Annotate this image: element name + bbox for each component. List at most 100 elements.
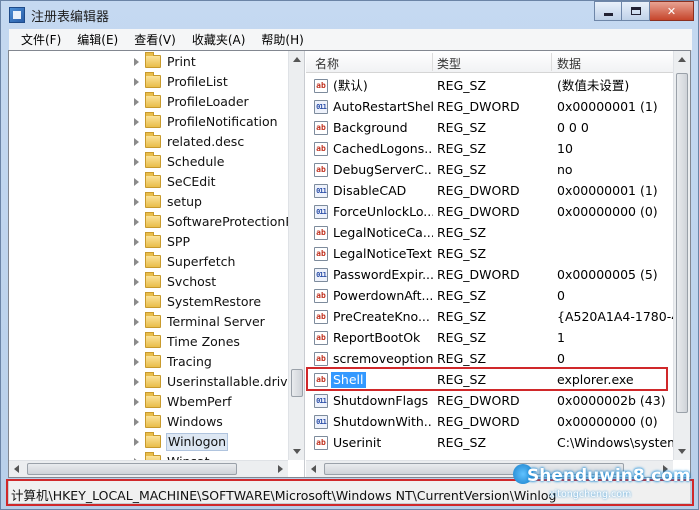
tree-item[interactable]: Schedule	[9, 152, 289, 172]
tree-item[interactable]: Winlogon	[9, 432, 289, 452]
value-row[interactable]: 011 ShutdownFlags REG_DWORD 0x0000002b (43)	[306, 391, 676, 412]
tree-item[interactable]: setup	[9, 192, 289, 212]
tree-item[interactable]: Terminal Server	[9, 312, 289, 332]
tree-item[interactable]: Print	[9, 52, 289, 72]
column-type-header[interactable]: 类型	[437, 55, 461, 72]
expand-arrow-icon[interactable]	[134, 418, 139, 426]
scroll-up-icon[interactable]	[293, 57, 301, 62]
value-row[interactable]: ab ReportBootOk REG_SZ 1	[306, 328, 676, 349]
value-row[interactable]: 011 DisableCAD REG_DWORD 0x00000001 (1)	[306, 181, 676, 202]
tree-item[interactable]: related.desc	[9, 132, 289, 152]
value-row[interactable]: ab Shell REG_SZ explorer.exe	[306, 370, 676, 391]
value-row[interactable]: ab LegalNoticeText REG_SZ	[306, 244, 676, 265]
folder-icon	[145, 52, 161, 68]
value-row[interactable]: 011 ForceUnlockLo... REG_DWORD 0x00000000 (…	[306, 202, 676, 223]
expand-arrow-icon[interactable]	[134, 278, 139, 286]
tree-item[interactable]: Tracing	[9, 352, 289, 372]
expand-arrow-icon[interactable]	[134, 158, 139, 166]
expand-arrow-icon[interactable]	[134, 58, 139, 66]
column-separator[interactable]	[432, 53, 433, 71]
string-value-icon: ab	[314, 373, 328, 387]
menu-favorites[interactable]: 收藏夹(A)	[184, 30, 254, 50]
value-row[interactable]: ab DebugServerC... REG_SZ no	[306, 160, 676, 181]
value-row[interactable]: ab CachedLogons... REG_SZ 10	[306, 139, 676, 160]
value-type: REG_SZ	[437, 435, 487, 450]
expand-arrow-icon[interactable]	[134, 98, 139, 106]
value-name: (默认)	[333, 78, 368, 93]
expand-arrow-icon[interactable]	[134, 438, 139, 446]
scroll-right-icon[interactable]	[278, 465, 283, 473]
folder-icon	[145, 212, 161, 228]
tree-item[interactable]: WbemPerf	[9, 392, 289, 412]
scroll-left-icon[interactable]	[14, 465, 19, 473]
tree-item[interactable]: ProfileLoader	[9, 92, 289, 112]
tree-item[interactable]: SPP	[9, 232, 289, 252]
list-scroll-thumb[interactable]	[676, 73, 688, 413]
expand-arrow-icon[interactable]	[134, 118, 139, 126]
value-row[interactable]: ab PreCreateKno... REG_SZ {A520A1A4-1780-4F…	[306, 307, 676, 328]
scroll-up-icon[interactable]	[678, 57, 686, 62]
expand-arrow-icon[interactable]	[134, 298, 139, 306]
folder-icon	[145, 252, 161, 268]
menu-help[interactable]: 帮助(H)	[253, 30, 311, 50]
minimize-button[interactable]	[594, 1, 622, 21]
string-value-icon: ab	[314, 247, 328, 261]
value-row[interactable]: 011 ShutdownWith... REG_DWORD 0x00000000 (0…	[306, 412, 676, 433]
value-row[interactable]: ab (默认) REG_SZ (数值未设置)	[306, 76, 676, 97]
expand-arrow-icon[interactable]	[134, 258, 139, 266]
tree-item[interactable]: Windows	[9, 412, 289, 432]
tree-item[interactable]: SoftwareProtectionP	[9, 212, 293, 232]
tree-item[interactable]: ProfileList	[9, 72, 289, 92]
tree-horizontal-scrollbar[interactable]	[9, 460, 288, 477]
tree-item[interactable]: Svchost	[9, 272, 289, 292]
scroll-down-icon[interactable]	[678, 449, 686, 454]
menu-view[interactable]: 查看(V)	[126, 30, 184, 50]
tree-item[interactable]: Userinstallable.drive	[9, 372, 295, 392]
tree-item-label: WbemPerf	[167, 394, 232, 409]
dword-value-icon: 011	[314, 100, 328, 114]
column-separator[interactable]	[551, 53, 552, 71]
expand-arrow-icon[interactable]	[134, 378, 139, 386]
expand-arrow-icon[interactable]	[134, 358, 139, 366]
expand-arrow-icon[interactable]	[134, 178, 139, 186]
close-button[interactable]: ✕	[650, 1, 694, 21]
tree-vertical-scrollbar[interactable]	[288, 51, 304, 460]
value-row[interactable]: ab LegalNoticeCa... REG_SZ	[306, 223, 676, 244]
value-row[interactable]: ab PowerdownAft... REG_SZ 0	[306, 286, 676, 307]
menu-edit[interactable]: 编辑(E)	[69, 30, 126, 50]
menu-file[interactable]: 文件(F)	[13, 30, 69, 50]
expand-arrow-icon[interactable]	[134, 78, 139, 86]
value-row[interactable]: ab Background REG_SZ 0 0 0	[306, 118, 676, 139]
scroll-left-icon[interactable]	[311, 465, 316, 473]
tree-item[interactable]: ProfileNotification	[9, 112, 289, 132]
title-bar[interactable]: 注册表编辑器 ✕	[1, 1, 698, 29]
tree-item[interactable]: SeCEdit	[9, 172, 289, 192]
column-name-header[interactable]: 名称	[315, 55, 339, 72]
expand-arrow-icon[interactable]	[134, 318, 139, 326]
value-row[interactable]: 011 AutoRestartShell REG_DWORD 0x00000001 (…	[306, 97, 676, 118]
value-row[interactable]: ab Userinit REG_SZ C:\Windows\system3	[306, 433, 676, 454]
tree-hscroll-thumb[interactable]	[27, 463, 237, 475]
tree-item[interactable]: SystemRestore	[9, 292, 289, 312]
value-type: REG_SZ	[437, 372, 487, 387]
value-name: ShutdownWith...	[333, 414, 433, 429]
string-value-icon: ab	[314, 289, 328, 303]
column-data-header[interactable]: 数据	[557, 55, 581, 72]
expand-arrow-icon[interactable]	[134, 138, 139, 146]
expand-arrow-icon[interactable]	[134, 238, 139, 246]
expand-arrow-icon[interactable]	[134, 218, 139, 226]
expand-arrow-icon[interactable]	[134, 198, 139, 206]
list-vertical-scrollbar[interactable]	[673, 51, 690, 460]
tree-item[interactable]: Superfetch	[9, 252, 289, 272]
maximize-button[interactable]	[622, 1, 650, 21]
expand-arrow-icon[interactable]	[134, 398, 139, 406]
string-value-icon: ab	[314, 121, 328, 135]
value-row[interactable]: 011 PasswordExpir... REG_DWORD 0x00000005 (…	[306, 265, 676, 286]
tree-scroll-thumb[interactable]	[291, 369, 303, 397]
expand-arrow-icon[interactable]	[134, 338, 139, 346]
tree-item[interactable]: Time Zones	[9, 332, 289, 352]
value-row[interactable]: ab scremoveoption REG_SZ 0	[306, 349, 676, 370]
scroll-down-icon[interactable]	[293, 449, 301, 454]
value-type: REG_SZ	[437, 246, 487, 261]
tree-item-label: ProfileNotification	[167, 114, 278, 129]
